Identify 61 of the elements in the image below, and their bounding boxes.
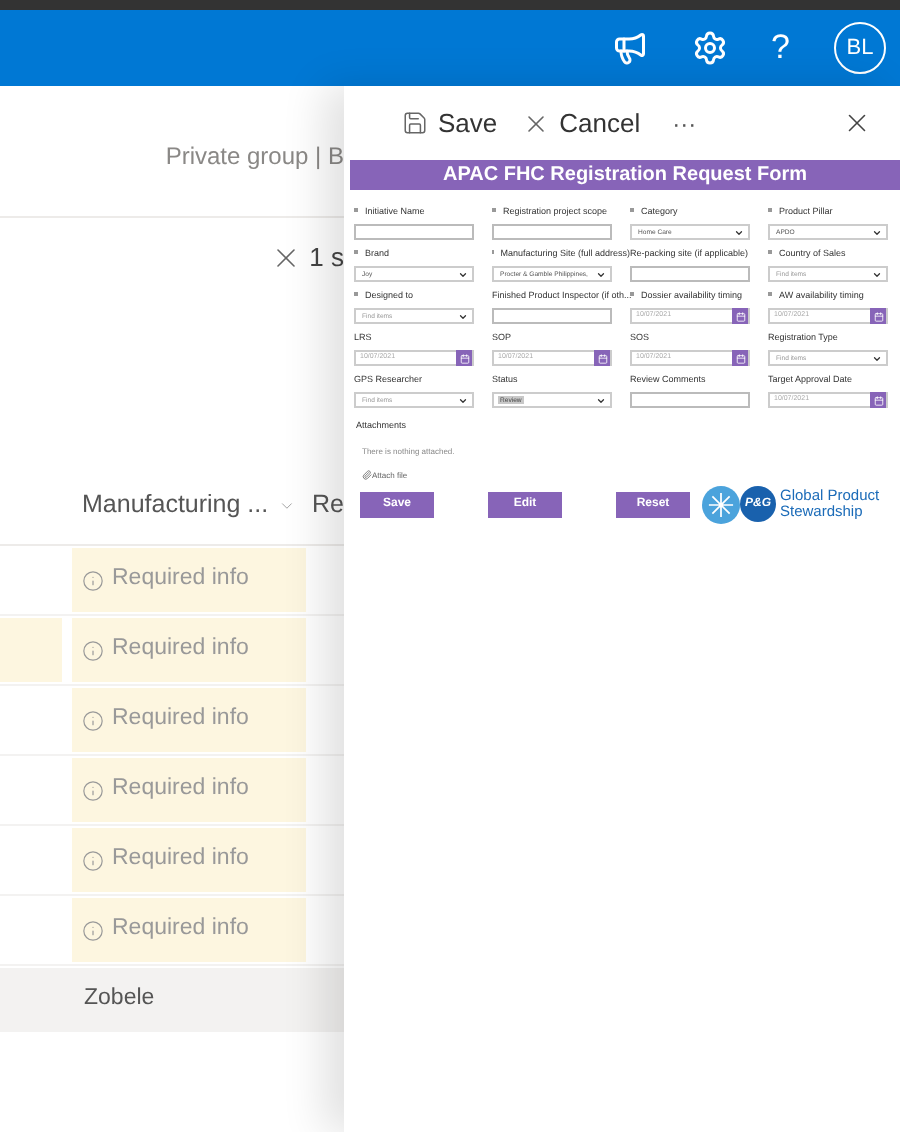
required-info-cell[interactable]: Required info — [72, 758, 306, 822]
settings-icon[interactable] — [691, 30, 728, 66]
required-info-text: Required info — [112, 564, 249, 595]
chevron-down-icon — [458, 395, 468, 405]
selection-count: 1 s — [309, 240, 344, 277]
more-button[interactable]: ··· — [672, 105, 697, 141]
cancel-button[interactable]: Cancel — [521, 103, 641, 143]
text-field[interactable] — [630, 392, 750, 408]
globe-logo-icon — [702, 485, 740, 524]
save-icon — [402, 110, 428, 136]
calendar-icon — [597, 353, 607, 363]
calendar-icon — [459, 353, 469, 363]
chevron-down-icon — [596, 395, 606, 405]
required-info-text: Required info — [112, 704, 249, 735]
chevron-down-icon — [872, 353, 882, 363]
chevron-down-icon — [872, 269, 882, 279]
column-header[interactable]: Manufacturing ... — [82, 486, 269, 524]
table-cell-text: Zobele — [84, 984, 155, 1015]
required-info-text: Required info — [112, 914, 249, 945]
chevron-down-icon — [458, 311, 468, 321]
form-title: APAC FHC Registration Request Form — [442, 162, 808, 190]
info-icon — [82, 779, 104, 801]
chevron-down-icon — [734, 227, 744, 237]
text-field[interactable] — [492, 308, 612, 324]
avatar[interactable]: BL — [834, 22, 886, 74]
calendar-button[interactable] — [870, 308, 886, 324]
chevron-down-icon — [458, 269, 468, 279]
calendar-icon — [873, 395, 883, 405]
required-info-cell[interactable]: Required info — [72, 828, 306, 892]
group-label: Private group | B — [165, 140, 344, 174]
table-row[interactable]: Zobele — [0, 968, 344, 1032]
info-icon — [82, 709, 104, 731]
chevron-down-icon — [872, 227, 882, 237]
required-info-cell[interactable]: Required info — [72, 688, 306, 752]
required-info-cell[interactable]: Required info — [72, 548, 306, 612]
info-icon — [82, 569, 104, 591]
save-button[interactable]: Save — [402, 103, 498, 143]
calendar-button[interactable] — [732, 308, 748, 324]
info-icon — [82, 919, 104, 941]
required-info-cell[interactable]: Required info — [72, 618, 306, 682]
calendar-button[interactable] — [456, 350, 472, 366]
calendar-icon — [735, 311, 745, 321]
required-info-text: Required info — [112, 634, 249, 665]
required-info-text: Required info — [112, 844, 249, 875]
calendar-button[interactable] — [594, 350, 610, 366]
text-field[interactable] — [354, 224, 474, 240]
text-field[interactable] — [492, 224, 612, 240]
column-header[interactable]: Re — [312, 486, 344, 524]
calendar-icon — [873, 311, 883, 321]
required-info-cell[interactable]: Required info — [72, 898, 306, 962]
paperclip-icon — [362, 470, 372, 481]
chevron-down-icon — [596, 269, 606, 279]
text-field[interactable] — [630, 266, 750, 282]
info-icon — [82, 849, 104, 871]
info-icon — [82, 639, 104, 661]
required-info-text: Required info — [112, 774, 249, 805]
calendar-button[interactable] — [870, 392, 886, 408]
megaphone-icon[interactable] — [611, 30, 648, 66]
calendar-icon — [735, 353, 745, 363]
calendar-button[interactable] — [732, 350, 748, 366]
help-button[interactable]: ? — [771, 22, 790, 74]
